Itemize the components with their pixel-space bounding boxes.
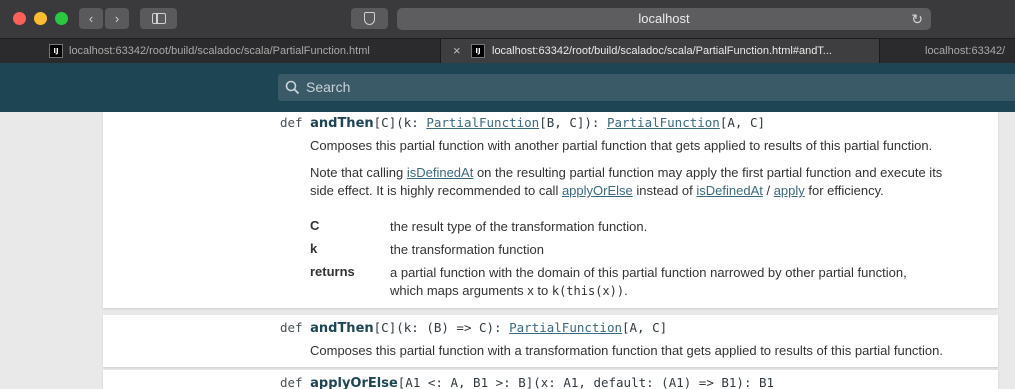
- tab-3[interactable]: localhost:63342/: [880, 39, 1015, 63]
- address-bar[interactable]: localhost ↻: [397, 8, 931, 30]
- param-desc: the result type of the transformation fu…: [390, 219, 648, 234]
- search-input[interactable]: Search: [278, 74, 1015, 101]
- link-isdefinedat[interactable]: isDefinedAt: [696, 183, 762, 198]
- search-icon: [285, 80, 300, 95]
- returns-text: a partial function with the domain of th…: [390, 265, 907, 280]
- scaladoc-header: Search: [0, 63, 1015, 112]
- search-placeholder: Search: [306, 79, 351, 95]
- type-link-partialfunction[interactable]: PartialFunction: [509, 320, 622, 335]
- note-text: side effect. It is highly recommended to…: [310, 183, 562, 198]
- returns-text: which maps arguments x to: [390, 283, 552, 298]
- def-keyword: def: [280, 320, 303, 335]
- back-button[interactable]: ‹: [79, 8, 103, 29]
- shield-icon: [364, 12, 375, 25]
- link-apply[interactable]: apply: [774, 183, 805, 198]
- member-andthen-function: def andThen[C](k: (B) => C): PartialFunc…: [103, 315, 998, 367]
- note-text: for efficiency.: [804, 183, 884, 198]
- type-link-partialfunction[interactable]: PartialFunction: [607, 115, 720, 130]
- note-text: on the resulting partial function may ap…: [473, 165, 943, 180]
- member-list: def andThen[C](k: PartialFunction[B, C])…: [0, 112, 1015, 389]
- def-keyword: def: [280, 375, 303, 389]
- returns-desc: a partial function with the domain of th…: [390, 264, 907, 300]
- zoom-window-button[interactable]: [55, 12, 68, 25]
- link-applyorelse[interactable]: applyOrElse: [562, 183, 633, 198]
- sidebar-icon: [152, 13, 166, 24]
- minimize-window-button[interactable]: [34, 12, 47, 25]
- window-titlebar: ‹ › localhost ↻: [0, 0, 1015, 38]
- signature-text: [A1 <: A, B1 >: B](x: A1, default: (A1) …: [397, 375, 775, 389]
- close-tab-icon[interactable]: ×: [453, 39, 461, 63]
- tab-1-label: localhost:63342/root/build/scaladoc/scal…: [69, 45, 370, 57]
- reload-icon[interactable]: ↻: [911, 8, 923, 30]
- tab-2-label: localhost:63342/root/build/scaladoc/scal…: [492, 45, 832, 57]
- member-signature: def andThen[C](k: PartialFunction[B, C])…: [280, 115, 765, 131]
- forward-button[interactable]: ›: [105, 8, 129, 29]
- note-text: Note that calling: [310, 165, 407, 180]
- member-applyorelse: def applyOrElse[A1 <: A, B1 >: B](x: A1,…: [103, 370, 998, 389]
- type-link-partialfunction[interactable]: PartialFunction: [426, 115, 539, 130]
- member-summary: Composes this partial function with a tr…: [310, 343, 944, 358]
- member-name[interactable]: andThen: [310, 321, 374, 336]
- sidebar-toggle-button[interactable]: [140, 8, 177, 29]
- member-summary: Composes this partial function with anot…: [310, 138, 933, 153]
- privacy-report-button[interactable]: [351, 8, 388, 29]
- note-text: /: [762, 183, 774, 198]
- member-name[interactable]: applyOrElse: [310, 376, 398, 389]
- returns-label: returns: [310, 264, 355, 279]
- close-window-button[interactable]: [13, 12, 26, 25]
- tab-3-label: localhost:63342/: [925, 45, 1006, 57]
- member-andthen-partialfunction: def andThen[C](k: PartialFunction[B, C])…: [103, 112, 998, 308]
- returns-code: k(this(x)): [551, 284, 625, 298]
- param-desc: the transformation function: [390, 242, 544, 257]
- member-signature: def applyOrElse[A1 <: A, B1 >: B](x: A1,…: [280, 375, 774, 389]
- chevron-right-icon: ›: [114, 11, 120, 26]
- tab-2-active[interactable]: × IJ localhost:63342/root/build/scaladoc…: [441, 39, 880, 63]
- signature-text: [C](k:: [373, 115, 427, 130]
- note-text: instead of: [632, 183, 697, 198]
- link-isdefinedat[interactable]: isDefinedAt: [407, 165, 473, 180]
- signature-text: [A, C]: [622, 320, 668, 335]
- chevron-left-icon: ‹: [88, 11, 94, 26]
- address-text: localhost: [638, 11, 690, 26]
- tab-1[interactable]: IJ localhost:63342/root/build/scaladoc/s…: [0, 39, 441, 63]
- signature-text: [C](k: (B) => C):: [373, 320, 510, 335]
- tab-bar: IJ localhost:63342/root/build/scaladoc/s…: [0, 38, 1015, 63]
- param-name: C: [310, 218, 320, 233]
- signature-text: [A, C]: [719, 115, 765, 130]
- signature-text: [B, C]):: [539, 115, 607, 130]
- member-name[interactable]: andThen: [310, 116, 374, 131]
- intellij-favicon-icon: IJ: [471, 44, 485, 58]
- param-name: k: [310, 241, 318, 256]
- intellij-favicon-icon: IJ: [49, 44, 63, 58]
- member-signature: def andThen[C](k: (B) => C): PartialFunc…: [280, 320, 667, 336]
- returns-text: .: [624, 283, 628, 298]
- member-note: Note that calling isDefinedAt on the res…: [310, 164, 1000, 200]
- def-keyword: def: [280, 115, 303, 130]
